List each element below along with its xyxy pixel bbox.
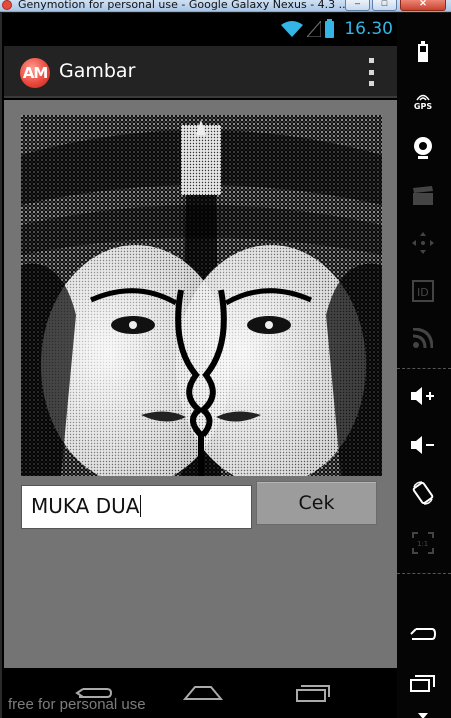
battery-status-icon — [325, 18, 335, 38]
genymotion-toolbar: GPS ID 1:1 — [397, 13, 451, 718]
face-image — [21, 115, 382, 476]
face-illustration — [21, 115, 382, 476]
svg-text:ID: ID — [417, 286, 429, 299]
rss-icon[interactable] — [408, 323, 438, 353]
screen: Genymotion for personal use - Google Gal… — [0, 0, 451, 718]
status-time: 16.30 — [344, 19, 393, 39]
svg-text:1:1: 1:1 — [417, 540, 428, 548]
wifi-icon — [281, 21, 304, 37]
move-icon[interactable] — [408, 228, 438, 258]
toolbar-separator — [397, 573, 451, 574]
window-title: Genymotion for personal use - Google Gal… — [18, 0, 350, 11]
answer-input-value: MUKA DUA — [31, 494, 140, 518]
volume-down-icon[interactable] — [408, 430, 438, 460]
answer-input[interactable]: MUKA DUA — [21, 485, 252, 529]
gps-label: GPS — [413, 102, 433, 111]
app-logo-icon[interactable]: AM — [20, 58, 50, 88]
window-titlebar: Genymotion for personal use - Google Gal… — [0, 0, 451, 12]
toolbar-separator — [397, 368, 451, 369]
menu-down-icon[interactable] — [408, 701, 438, 718]
check-button[interactable]: Cek — [256, 481, 377, 525]
back-icon[interactable] — [408, 619, 438, 649]
minimize-button[interactable]: – — [345, 0, 370, 11]
watermark-text: free for personal use — [8, 696, 146, 713]
android-status-bar: 16.30 — [4, 13, 399, 46]
volume-up-icon[interactable] — [408, 381, 438, 411]
clapperboard-icon[interactable] — [408, 181, 438, 211]
recent-apps-icon[interactable] — [408, 668, 438, 698]
overflow-menu-icon[interactable] — [367, 58, 375, 86]
text-caret — [140, 495, 142, 517]
recent-apps-nav-icon[interactable] — [292, 681, 334, 705]
webcam-icon[interactable] — [408, 133, 438, 163]
scale-icon[interactable]: 1:1 — [408, 528, 438, 558]
id-icon[interactable]: ID — [408, 276, 438, 306]
device-screen: 16.30 AM Gambar MUKA DUA Cek free for pe… — [0, 13, 399, 718]
app-title: Gambar — [59, 60, 136, 82]
close-button[interactable]: ✕ — [400, 0, 446, 11]
action-bar: AM Gambar — [4, 46, 399, 98]
home-nav-icon[interactable] — [182, 681, 224, 705]
maximize-button[interactable]: □ — [372, 0, 397, 11]
rotate-icon[interactable] — [408, 478, 438, 508]
battery-icon[interactable] — [408, 37, 438, 67]
genymotion-app-icon — [2, 0, 12, 10]
gps-icon[interactable]: GPS — [408, 87, 438, 117]
signal-icon — [307, 21, 322, 37]
main-content: MUKA DUA Cek — [4, 100, 399, 668]
